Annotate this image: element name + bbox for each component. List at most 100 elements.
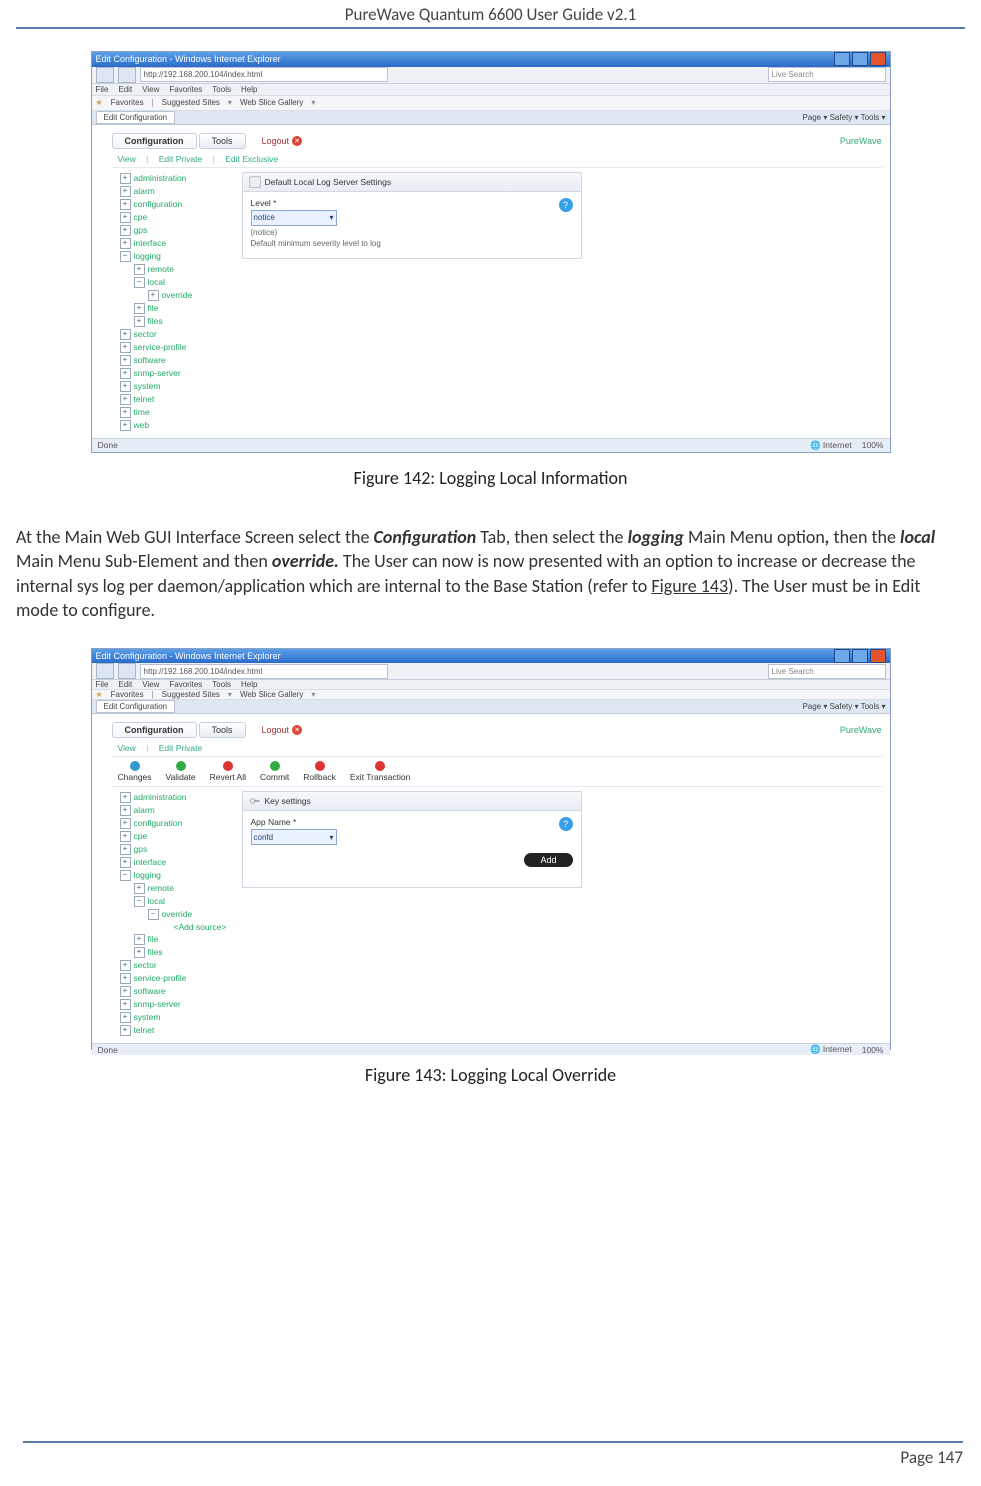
browser-tab[interactable]: Edit Configuration xyxy=(96,111,176,124)
ie-address-bar: http://192.168.200.104/index.html Live S… xyxy=(92,67,890,84)
tab-configuration-2[interactable]: Configuration xyxy=(112,722,197,738)
minimize-button-2[interactable] xyxy=(834,649,850,663)
status-zoom[interactable]: 100% xyxy=(862,440,884,450)
subtab-view[interactable]: View xyxy=(118,154,136,164)
tree-alarm[interactable]: alarm xyxy=(134,186,155,196)
minimize-button[interactable] xyxy=(834,52,850,66)
help-icon[interactable]: ? xyxy=(559,198,573,212)
status-zone-2: Internet xyxy=(823,1044,852,1054)
close-button[interactable] xyxy=(870,52,886,66)
screenshot-fig143: Edit Configuration - Windows Internet Ex… xyxy=(91,648,891,1050)
toolbar-exit[interactable]: Exit Transaction xyxy=(350,761,410,782)
ie-tab-bar: Edit Configuration Page ▾ Safety ▾ Tools… xyxy=(92,111,890,125)
tree-telnet[interactable]: telnet xyxy=(134,394,155,404)
tree-service-profile[interactable]: service-profile xyxy=(134,342,187,352)
forward-button[interactable] xyxy=(118,67,136,83)
tree-remote[interactable]: remote xyxy=(148,264,174,274)
logout-link[interactable]: Logout✕ xyxy=(262,136,303,146)
nav-tree-2: +administration +alarm +configuration +c… xyxy=(114,791,236,1037)
field-label-level: Level * xyxy=(251,198,573,208)
toolbar-changes[interactable]: Changes xyxy=(118,761,152,782)
tree-time[interactable]: time xyxy=(134,407,150,417)
url-field-2[interactable]: http://192.168.200.104/index.html xyxy=(140,664,388,679)
brand-logo: PureWave xyxy=(840,136,882,146)
app-tabs: Configuration Tools Logout✕ PureWave xyxy=(112,133,882,149)
window-title: Edit Configuration - Windows Internet Ex… xyxy=(96,54,281,64)
search-field[interactable]: Live Search xyxy=(768,67,886,82)
ie-menu-bar: File Edit View Favorites Tools Help xyxy=(92,84,890,97)
panel-title: Default Local Log Server Settings xyxy=(265,177,392,187)
body-paragraph: At the Main Web GUI Interface Screen sel… xyxy=(16,525,965,622)
menu-edit[interactable]: Edit xyxy=(118,85,132,94)
expand-icon[interactable]: + xyxy=(120,173,131,184)
tab-tools-2[interactable]: Tools xyxy=(199,722,246,738)
menu-view[interactable]: View xyxy=(142,85,159,94)
maximize-button[interactable] xyxy=(852,52,868,66)
tree-cpe[interactable]: cpe xyxy=(134,212,148,222)
doc-header: PureWave Quantum 6600 User Guide v2.1 xyxy=(16,0,965,29)
status-zoom-2[interactable]: 100% xyxy=(862,1045,884,1055)
tree-system[interactable]: system xyxy=(134,381,161,391)
tree-file[interactable]: file xyxy=(148,303,159,313)
logout-icon: ✕ xyxy=(292,136,302,146)
back-button-2[interactable] xyxy=(96,663,114,679)
appname-select[interactable]: confd ▾ xyxy=(251,829,337,845)
tree-override[interactable]: override xyxy=(162,290,193,300)
tree-logging[interactable]: logging xyxy=(134,251,161,261)
tree-administration[interactable]: administration xyxy=(134,173,187,183)
toolbar-rollback[interactable]: Rollback xyxy=(303,761,336,782)
nav-tree: +administration +alarm +configuration +c… xyxy=(114,172,236,432)
subtab-edit-exclusive[interactable]: Edit Exclusive xyxy=(225,154,278,164)
menu-favorites[interactable]: Favorites xyxy=(169,85,202,94)
tree-software[interactable]: software xyxy=(134,355,166,365)
toolbar-revert[interactable]: Revert All xyxy=(210,761,246,782)
back-button[interactable] xyxy=(96,67,114,83)
tree-web[interactable]: web xyxy=(134,420,150,430)
ie-right-tools[interactable]: Page ▾ Safety ▾ Tools ▾ xyxy=(802,113,885,122)
ie-address-bar-2: http://192.168.200.104/index.html Live S… xyxy=(92,663,890,680)
close-button-2[interactable] xyxy=(870,649,886,663)
maximize-button-2[interactable] xyxy=(852,649,868,663)
subtab-edit-private-2[interactable]: Edit Private xyxy=(159,743,202,753)
tab-tools[interactable]: Tools xyxy=(199,133,246,149)
toolbar-validate[interactable]: Validate xyxy=(166,761,196,782)
browser-tab-2[interactable]: Edit Configuration xyxy=(96,700,176,713)
tree-add-source[interactable]: <Add source> xyxy=(174,922,227,932)
menu-help[interactable]: Help xyxy=(241,85,257,94)
app-tabs-2: Configuration Tools Logout✕ PureWave xyxy=(112,722,882,738)
chevron-down-icon-2: ▾ xyxy=(329,833,333,842)
figure-ref-143[interactable]: Figure 143 xyxy=(651,575,728,597)
tree-interface[interactable]: interface xyxy=(134,238,167,248)
settings-icon xyxy=(249,176,261,188)
tree-local[interactable]: local xyxy=(148,277,165,287)
add-button[interactable]: Add xyxy=(524,853,572,867)
key-settings-panel: Key settings ? App Name * confd ▾ Add xyxy=(242,791,582,1037)
field-label-appname: App Name * xyxy=(251,817,573,827)
menu-file[interactable]: File xyxy=(96,85,109,94)
logout-link-2[interactable]: Logout✕ xyxy=(262,725,303,735)
tree-snmp-server[interactable]: snmp-server xyxy=(134,368,181,378)
window-title-2: Edit Configuration - Windows Internet Ex… xyxy=(96,651,281,661)
ie-right-tools-2[interactable]: Page ▾ Safety ▾ Tools ▾ xyxy=(802,702,885,711)
fav-link-gallery[interactable]: Web Slice Gallery xyxy=(240,98,303,107)
fav-link-suggested[interactable]: Suggested Sites xyxy=(162,98,220,107)
toolbar-commit[interactable]: Commit xyxy=(260,761,289,782)
subtab-view-2[interactable]: View xyxy=(118,743,136,753)
settings-panel: Default Local Log Server Settings ? Leve… xyxy=(242,172,582,432)
help-icon-2[interactable]: ? xyxy=(559,817,573,831)
tree-files[interactable]: files xyxy=(148,316,163,326)
tree-configuration[interactable]: configuration xyxy=(134,199,183,209)
url-field[interactable]: http://192.168.200.104/index.html xyxy=(140,67,388,82)
forward-button-2[interactable] xyxy=(118,663,136,679)
logout-icon-2: ✕ xyxy=(292,725,302,735)
search-field-2[interactable]: Live Search xyxy=(768,664,886,679)
menu-tools[interactable]: Tools xyxy=(212,85,231,94)
edit-mode-tabs-2: View | Edit Private xyxy=(112,740,882,757)
tree-sector[interactable]: sector xyxy=(134,329,157,339)
ie-titlebar: Edit Configuration - Windows Internet Ex… xyxy=(92,52,890,67)
tree-gps[interactable]: gps xyxy=(134,225,148,235)
tab-configuration[interactable]: Configuration xyxy=(112,133,197,149)
ie-menu-bar-2: File Edit View Favorites Tools Help xyxy=(92,680,890,690)
subtab-edit-private[interactable]: Edit Private xyxy=(159,154,202,164)
level-select[interactable]: notice ▾ xyxy=(251,210,337,226)
